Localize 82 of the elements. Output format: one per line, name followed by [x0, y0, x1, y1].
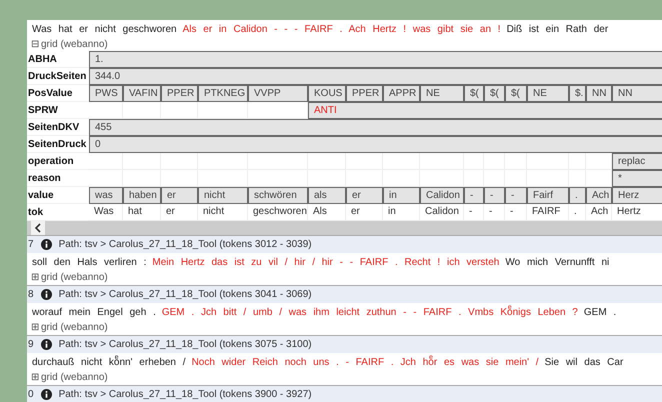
path-text: Path: tsv > Carolus_27_11_18_Tool (tokens 3900 - 3927)	[58, 388, 312, 402]
annotation-cell: -	[505, 187, 527, 204]
grid-label[interactable]: grid (webanno)	[41, 321, 108, 334]
annotation-cell: Ach	[586, 187, 612, 204]
annotation-cell: APPR	[383, 85, 420, 102]
annotation-cell: PTKNEG	[198, 85, 248, 102]
grid-label[interactable]: grid (webanno)	[41, 371, 108, 384]
annotation-cell: er	[161, 187, 198, 204]
expand-toggle[interactable]: ⊞	[31, 271, 39, 284]
empty-cell	[383, 153, 420, 170]
grid-label[interactable]: grid (webanno)	[41, 271, 108, 284]
sentence-text: Was hat er nicht geschworen Als er in Calidon - - - FAIRF . Ach Hertz ! was gibt sie an ! Diß ist ein Rath der	[31, 23, 610, 37]
annotation-cell: NE	[420, 85, 464, 102]
info-icon[interactable]	[40, 289, 52, 300]
empty-cell	[505, 153, 527, 170]
annotation-cell: $(	[505, 85, 527, 102]
sentence-text: soll den Hals verliren : Mein Hertz das ist zu vil / hir / hir - - FAIRF . Recht ! ich versteh Wo mich Vernunfft ni	[31, 256, 610, 270]
annotation-cell: NE	[527, 85, 569, 102]
annotation-cell: Herz	[612, 187, 662, 204]
annotation-cell: .	[569, 187, 586, 204]
annotation-cell: -	[484, 187, 505, 204]
empty-cell	[420, 153, 464, 170]
row-label: SPRW	[27, 102, 89, 119]
horizontal-scrollbar[interactable]	[27, 221, 662, 235]
info-icon[interactable]	[40, 339, 52, 350]
empty-cell	[248, 153, 308, 170]
empty-cell	[527, 153, 569, 170]
annotation-cell: in	[383, 187, 420, 204]
annotation-cell: 0	[89, 136, 662, 153]
annotation-cell: PWS	[89, 85, 123, 102]
row-label: operation	[27, 153, 89, 170]
grid-label[interactable]: grid (webanno)	[41, 38, 108, 51]
annotation-cell: PPER	[346, 85, 383, 102]
sentence-number: 8	[28, 288, 34, 302]
annotation-cell: PPER	[161, 85, 198, 102]
annotation-cell: 1.	[89, 51, 662, 68]
annotation-cell: was	[89, 187, 123, 204]
annotation-cell: Fairf	[527, 187, 569, 204]
annotation-cell: $(	[464, 85, 484, 102]
row-label: reason	[27, 170, 89, 187]
annotation-cell: VVPP	[248, 85, 308, 102]
annotation-cell: NN	[586, 85, 612, 102]
annotation-cell: Calidon	[420, 187, 464, 204]
annotation-cell: er	[346, 187, 383, 204]
sentence-text: worauf mein Engel geh . GEM . Jch bitt / umb / was ihm leicht zuthun - - FAIRF . Vmbs Koͤnigs Leben ? GEM .	[31, 304, 618, 320]
sentence-number: 7	[28, 238, 34, 252]
collapse-toggle[interactable]: ⊟	[31, 38, 39, 51]
annotation-cell: -	[464, 187, 484, 204]
info-icon[interactable]	[40, 389, 52, 400]
path-text: Path: tsv > Carolus_27_11_18_Tool (tokens 3075 - 3100)	[58, 338, 312, 352]
sentence-number: 0	[28, 388, 34, 402]
annotation-cell: replac	[612, 153, 662, 170]
annotation-cell: $(	[484, 85, 505, 102]
empty-cell	[484, 153, 505, 170]
annotation-cell: KOUS	[308, 85, 346, 102]
annotation-cell: ANTI	[308, 102, 662, 119]
scroll-left-icon[interactable]	[31, 221, 45, 235]
empty-cell	[89, 153, 123, 170]
annotation-cell: 344.0	[89, 68, 662, 85]
path-text: Path: tsv > Carolus_27_11_18_Tool (tokens 3012 - 3039)	[58, 238, 312, 252]
empty-cell	[123, 153, 161, 170]
expand-toggle[interactable]: ⊞	[31, 371, 39, 384]
annotation-cell: schwören	[248, 187, 308, 204]
info-icon[interactable]	[40, 239, 52, 250]
path-text: Path: tsv > Carolus_27_11_18_Tool (tokens 3041 - 3069)	[58, 288, 312, 302]
expand-toggle[interactable]: ⊞	[31, 321, 39, 334]
empty-cell	[569, 153, 586, 170]
annotation-cell: VAFIN	[123, 85, 161, 102]
empty-cell	[346, 153, 383, 170]
annotation-cell: nicht	[198, 187, 248, 204]
empty-cell	[161, 153, 198, 170]
annotation-cell: 455	[89, 119, 662, 136]
annotation-cell: NN	[612, 85, 662, 102]
annotation-cell: *	[612, 170, 662, 187]
empty-cell	[308, 153, 346, 170]
empty-cell	[464, 153, 484, 170]
annotation-cell: als	[308, 187, 346, 204]
empty-cell	[198, 153, 248, 170]
annotation-cell: haben	[123, 187, 161, 204]
sentence-text: durchauß nicht koͤnn' erheben / Noch wider Reich noch uns . - FAIRF . Jch hoͤr es was sie mein' / Sie wil das Car	[31, 354, 624, 370]
sentence-number: 9	[28, 338, 34, 352]
annotation-cell: $.	[569, 85, 586, 102]
